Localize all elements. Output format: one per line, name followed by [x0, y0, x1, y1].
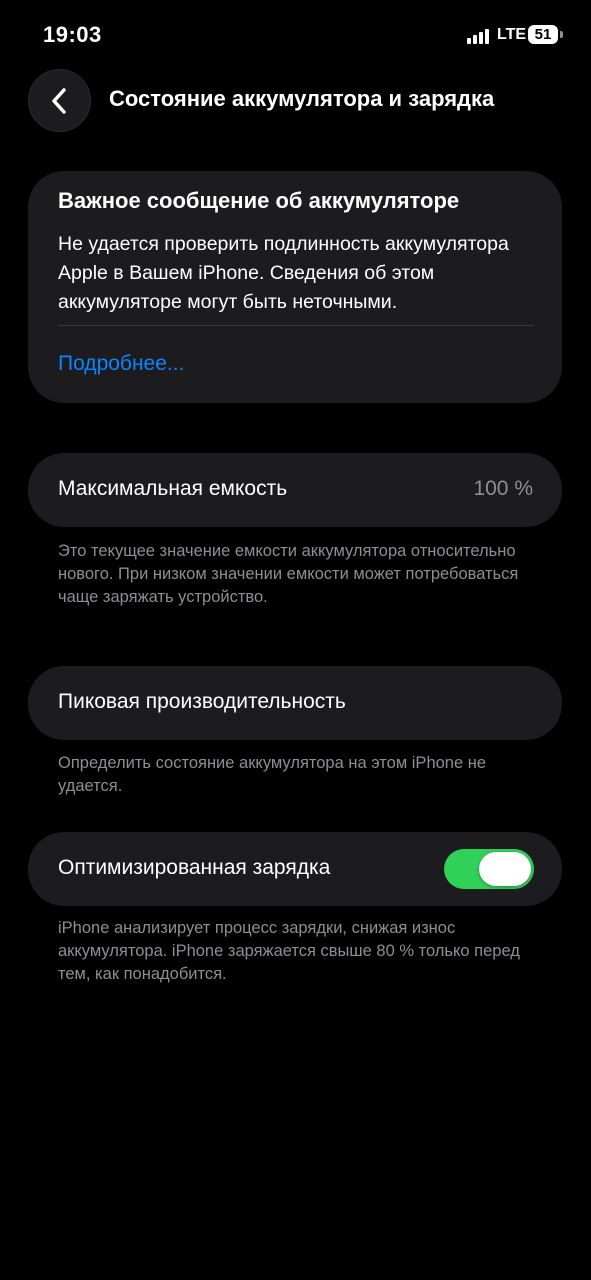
alert-title: Важное сообщение об аккумуляторе	[58, 188, 460, 213]
optimized-charging-label: Оптимизированная зарядка	[58, 856, 331, 879]
peak-performance-label: Пиковая производительность	[58, 690, 346, 713]
max-capacity-label: Максимальная емкость	[58, 477, 288, 500]
optimized-charging-note: iPhone анализирует процесс зарядки, сниж…	[58, 919, 520, 983]
chevron-left-icon	[52, 88, 66, 114]
peak-performance-row: Пиковая производительность	[28, 666, 562, 740]
battery-alert-card: Важное сообщение об аккумуляторе Не удае…	[28, 171, 562, 403]
toggle-knob	[479, 852, 531, 886]
status-time: 19:03	[43, 22, 102, 47]
network-type: LTE	[497, 26, 527, 43]
peak-performance-note: Определить состояние аккумулятора на это…	[58, 754, 487, 795]
optimized-charging-row: Оптимизированная зарядка	[28, 832, 562, 906]
alert-text: Не удается проверить подлинность аккумул…	[58, 233, 509, 313]
battery-icon: 51	[528, 25, 558, 44]
signal-bars-icon	[467, 28, 493, 44]
max-capacity-row: Максимальная емкость 100 %	[28, 453, 562, 527]
optimized-charging-toggle[interactable]	[444, 849, 534, 889]
status-bar: 19:03 LTE 51	[0, 0, 591, 70]
max-capacity-value: 100 %	[473, 477, 533, 500]
more-info-link[interactable]: Подробнее...	[58, 352, 184, 376]
max-capacity-note: Это текущее значение емкости аккумулятор…	[58, 542, 519, 606]
back-button[interactable]	[28, 69, 91, 132]
page-title: Состояние аккумулятора и зарядка	[109, 86, 495, 111]
battery-tip	[560, 31, 563, 38]
divider	[58, 325, 534, 326]
